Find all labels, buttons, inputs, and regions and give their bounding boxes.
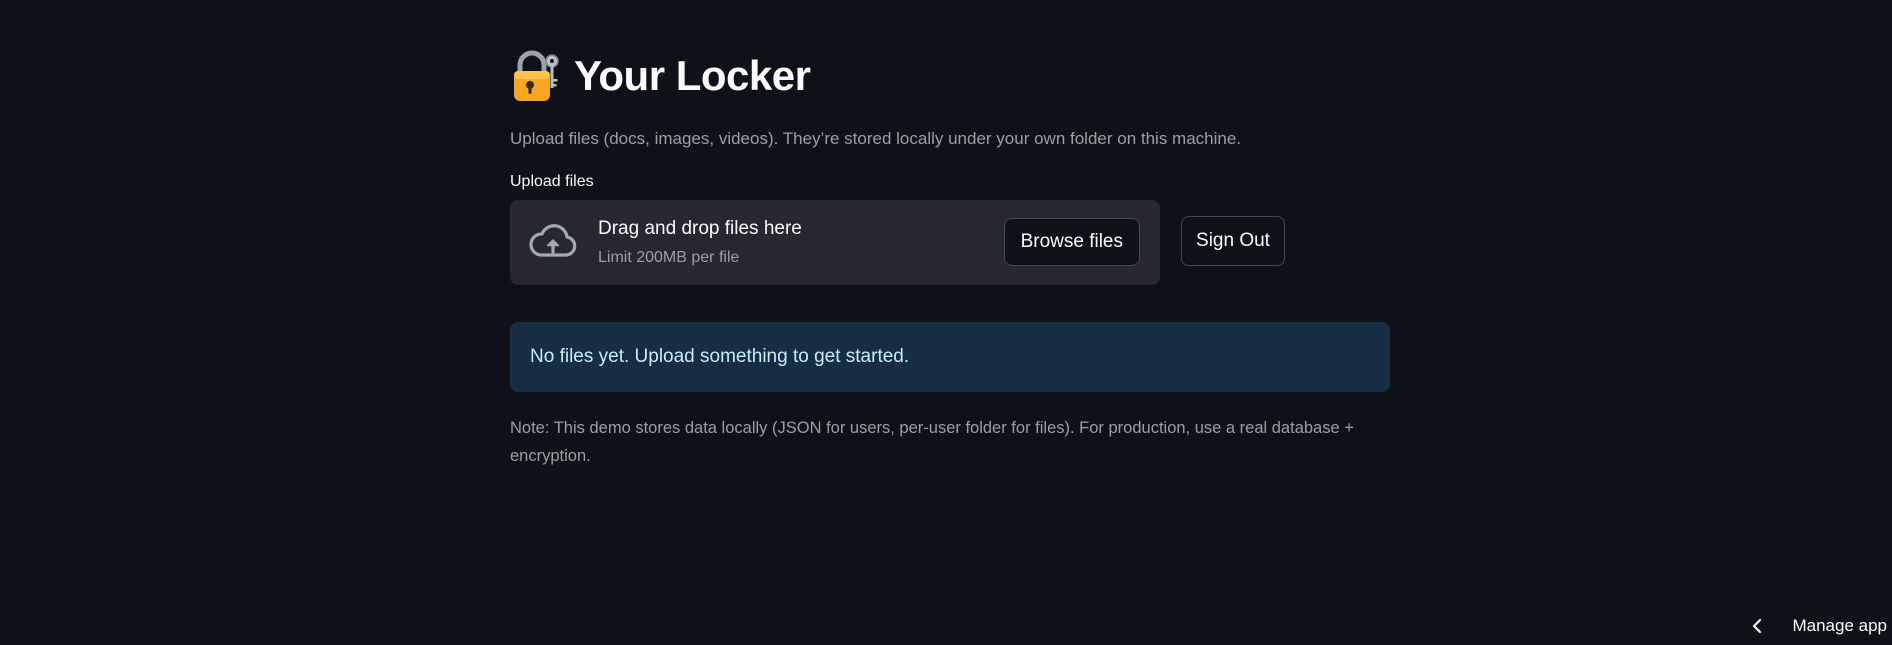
file-size-limit: Limit 200MB per file (598, 249, 740, 267)
dropzone-instructions: Drag and drop files here (598, 217, 802, 239)
manage-app-label: Manage app (1792, 616, 1887, 635)
info-alert: No files yet. Upload something to get st… (510, 322, 1390, 393)
dropzone-text: Drag and drop files here Limit 200MB per… (598, 218, 802, 268)
main-content: Your Locker Upload files (docs, images, … (510, 44, 1392, 470)
page-caption: Upload files (docs, images, videos). The… (510, 129, 1242, 148)
page-title: Your Locker (574, 52, 811, 99)
app-page: Your Locker Upload files (docs, images, … (0, 0, 1892, 645)
cloud-upload-icon (529, 223, 577, 257)
manage-app-button[interactable]: Manage app (1750, 611, 1887, 641)
demo-note: Note: This demo stores data locally (JSO… (510, 419, 1354, 466)
page-title-row: Your Locker (510, 44, 1392, 108)
upload-label: Upload files (510, 173, 594, 191)
sign-out-button[interactable]: Sign Out (1181, 216, 1285, 266)
file-dropzone[interactable]: Drag and drop files here Limit 200MB per… (510, 200, 1160, 286)
lock-with-key-icon (514, 50, 559, 101)
browse-files-button[interactable]: Browse files (1003, 218, 1140, 267)
chevron-left-icon (1753, 618, 1762, 634)
